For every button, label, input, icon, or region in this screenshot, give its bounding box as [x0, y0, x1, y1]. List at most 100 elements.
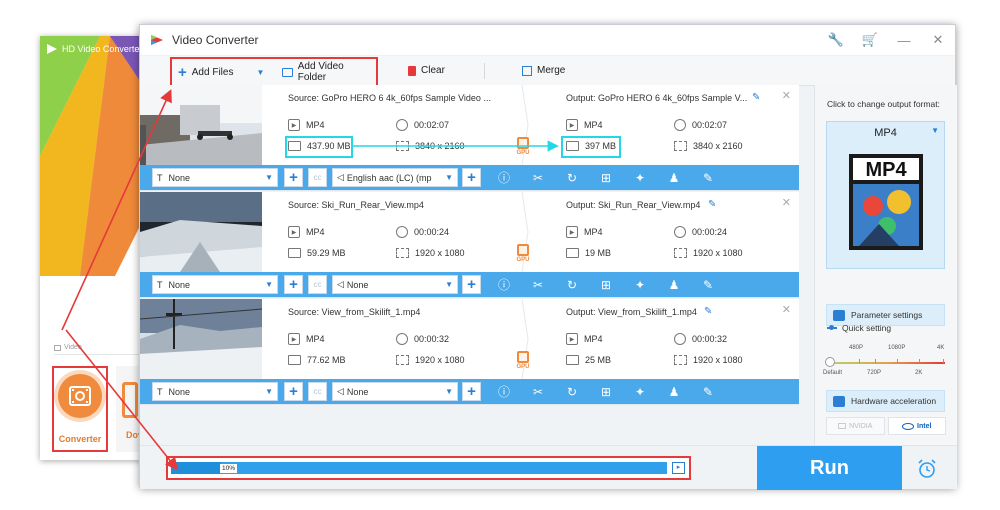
- chevron-down-icon: ▼: [265, 280, 273, 289]
- cc-icon[interactable]: cc: [308, 275, 327, 294]
- quality-slider-handle[interactable]: [825, 357, 835, 367]
- rename-pencil-icon[interactable]: ✎: [752, 92, 760, 103]
- remove-item-icon[interactable]: ✕: [782, 303, 791, 316]
- add-files-button[interactable]: + Add Files ▼: [172, 57, 276, 87]
- rotate-icon[interactable]: ↻: [564, 277, 580, 293]
- minimize-icon[interactable]: —: [887, 25, 921, 55]
- intel-option[interactable]: Intel: [887, 417, 946, 435]
- source-size: 77.62 MB: [288, 355, 346, 365]
- quality-label-480p: 480P: [849, 345, 864, 351]
- resolution-icon: [396, 248, 409, 258]
- remove-item-icon[interactable]: ✕: [782, 196, 791, 209]
- trash-icon: [408, 65, 416, 76]
- watermark-icon[interactable]: ♟: [666, 384, 682, 400]
- chevron-down-icon: ▼: [445, 280, 453, 289]
- rotate-icon[interactable]: ↻: [564, 170, 580, 186]
- clock-icon: [396, 119, 408, 131]
- quality-label-2k: 2K: [915, 370, 923, 376]
- alarm-clock-icon[interactable]: [916, 458, 938, 480]
- open-folder-icon[interactable]: ▸: [672, 462, 685, 474]
- add-subtitle-button[interactable]: +: [284, 382, 303, 401]
- output-info: Output: View_from_Skilift_1.mp4: [566, 307, 776, 319]
- output-format-selector[interactable]: MP4 ▼ MP4: [826, 121, 945, 269]
- video-file-icon: ▶: [288, 119, 300, 131]
- cut-icon[interactable]: ✂: [530, 277, 546, 293]
- rename-pencil-icon[interactable]: ✎: [708, 199, 716, 210]
- subtitle-dropdown[interactable]: T None ▼: [152, 275, 278, 294]
- home-hero-banner: [40, 36, 150, 276]
- info-icon[interactable]: ⓘ: [496, 384, 512, 400]
- add-audio-button[interactable]: +: [462, 382, 481, 401]
- effects-icon[interactable]: ✦: [632, 170, 648, 186]
- crop-icon[interactable]: ⊞: [598, 277, 614, 293]
- cut-icon[interactable]: ✂: [530, 170, 546, 186]
- source-info: Source: GoPro HERO 6 4k_60fps Sample Vid…: [288, 93, 498, 105]
- output-format: ▶ MP4: [566, 333, 603, 345]
- run-button[interactable]: Run: [757, 446, 902, 490]
- video-thumbnail[interactable]: [140, 192, 262, 272]
- gpu-icon: GPU: [515, 137, 531, 157]
- crop-icon[interactable]: ⊞: [598, 170, 614, 186]
- edit-icon[interactable]: ✎: [700, 277, 716, 293]
- audio-track-dropdown[interactable]: ◁ None ▼: [332, 382, 458, 401]
- add-subtitle-button[interactable]: +: [284, 275, 303, 294]
- add-files-group: + Add Files ▼ Add Video Folder: [170, 57, 378, 87]
- nvidia-option[interactable]: NVIDIA: [826, 417, 885, 435]
- subtitle-dropdown[interactable]: T None ▼: [152, 382, 278, 401]
- rotate-icon[interactable]: ↻: [564, 384, 580, 400]
- cut-icon[interactable]: ✂: [530, 384, 546, 400]
- film-icon: [54, 344, 61, 351]
- add-video-folder-button[interactable]: Add Video Folder: [276, 57, 376, 87]
- clear-button[interactable]: Clear: [402, 56, 451, 86]
- quality-tick: [919, 359, 920, 363]
- video-thumbnail[interactable]: [140, 85, 262, 165]
- file-item[interactable]: Source: Ski_Run_Rear_View.mp4 ▶ MP4 00:00…: [140, 192, 799, 298]
- edit-icon[interactable]: ✎: [700, 384, 716, 400]
- audio-track-dropdown[interactable]: ◁ None ▼: [332, 275, 458, 294]
- info-icon[interactable]: ⓘ: [496, 277, 512, 293]
- background-titlebar: HD Video Converte: [40, 36, 150, 62]
- source-size: 59.29 MB: [288, 248, 346, 258]
- file-item[interactable]: Source: View_from_Skilift_1.mp4 ▶ MP4 00:…: [140, 299, 799, 405]
- speaker-icon: ◁: [337, 279, 344, 289]
- rename-pencil-icon[interactable]: ✎: [704, 306, 712, 317]
- quick-setting-label: Quick setting: [827, 323, 891, 333]
- background-title: HD Video Converte: [62, 44, 140, 54]
- merge-button[interactable]: Merge: [516, 56, 571, 86]
- effects-icon[interactable]: ✦: [632, 277, 648, 293]
- subtitle-dropdown[interactable]: T None ▼: [152, 168, 278, 187]
- output-duration: 00:00:24: [674, 226, 727, 238]
- add-audio-button[interactable]: +: [462, 168, 481, 187]
- cc-icon[interactable]: cc: [308, 168, 327, 187]
- info-icon[interactable]: ⓘ: [496, 170, 512, 186]
- audio-track-dropdown[interactable]: ◁ English aac (LC) (mp ▼: [332, 168, 458, 187]
- chevron-down-icon[interactable]: ▼: [256, 68, 264, 77]
- video-file-icon: ▶: [288, 333, 300, 345]
- watermark-icon[interactable]: ♟: [666, 277, 682, 293]
- hardware-acceleration-button[interactable]: Hardware acceleration: [826, 390, 945, 412]
- converter-tile[interactable]: Converter: [52, 366, 108, 452]
- slider-icon: [827, 325, 837, 330]
- app-logo-icon: [151, 35, 163, 45]
- video-file-icon: ▶: [566, 119, 578, 131]
- cart-icon[interactable]: 🛒: [853, 25, 887, 55]
- progress-bar-fill: [171, 462, 221, 474]
- clock-icon: [674, 119, 686, 131]
- effects-icon[interactable]: ✦: [632, 384, 648, 400]
- crop-icon[interactable]: ⊞: [598, 384, 614, 400]
- source-name: Source: Ski_Run_Rear_View.mp4: [288, 200, 424, 210]
- edit-icon[interactable]: ✎: [700, 170, 716, 186]
- quality-slider-track[interactable]: [829, 362, 945, 364]
- watermark-icon[interactable]: ♟: [666, 170, 682, 186]
- video-thumbnail[interactable]: [140, 299, 262, 379]
- file-item[interactable]: Source: GoPro HERO 6 4k_60fps Sample Vid…: [140, 85, 799, 191]
- close-icon[interactable]: ✕: [921, 25, 955, 55]
- resolution-icon: [396, 141, 409, 151]
- cc-icon[interactable]: cc: [308, 382, 327, 401]
- quality-tick: [897, 359, 898, 363]
- wrench-icon[interactable]: 🔧: [819, 25, 853, 55]
- add-subtitle-button[interactable]: +: [284, 168, 303, 187]
- plus-icon: +: [178, 63, 187, 81]
- add-audio-button[interactable]: +: [462, 275, 481, 294]
- remove-item-icon[interactable]: ✕: [782, 89, 791, 102]
